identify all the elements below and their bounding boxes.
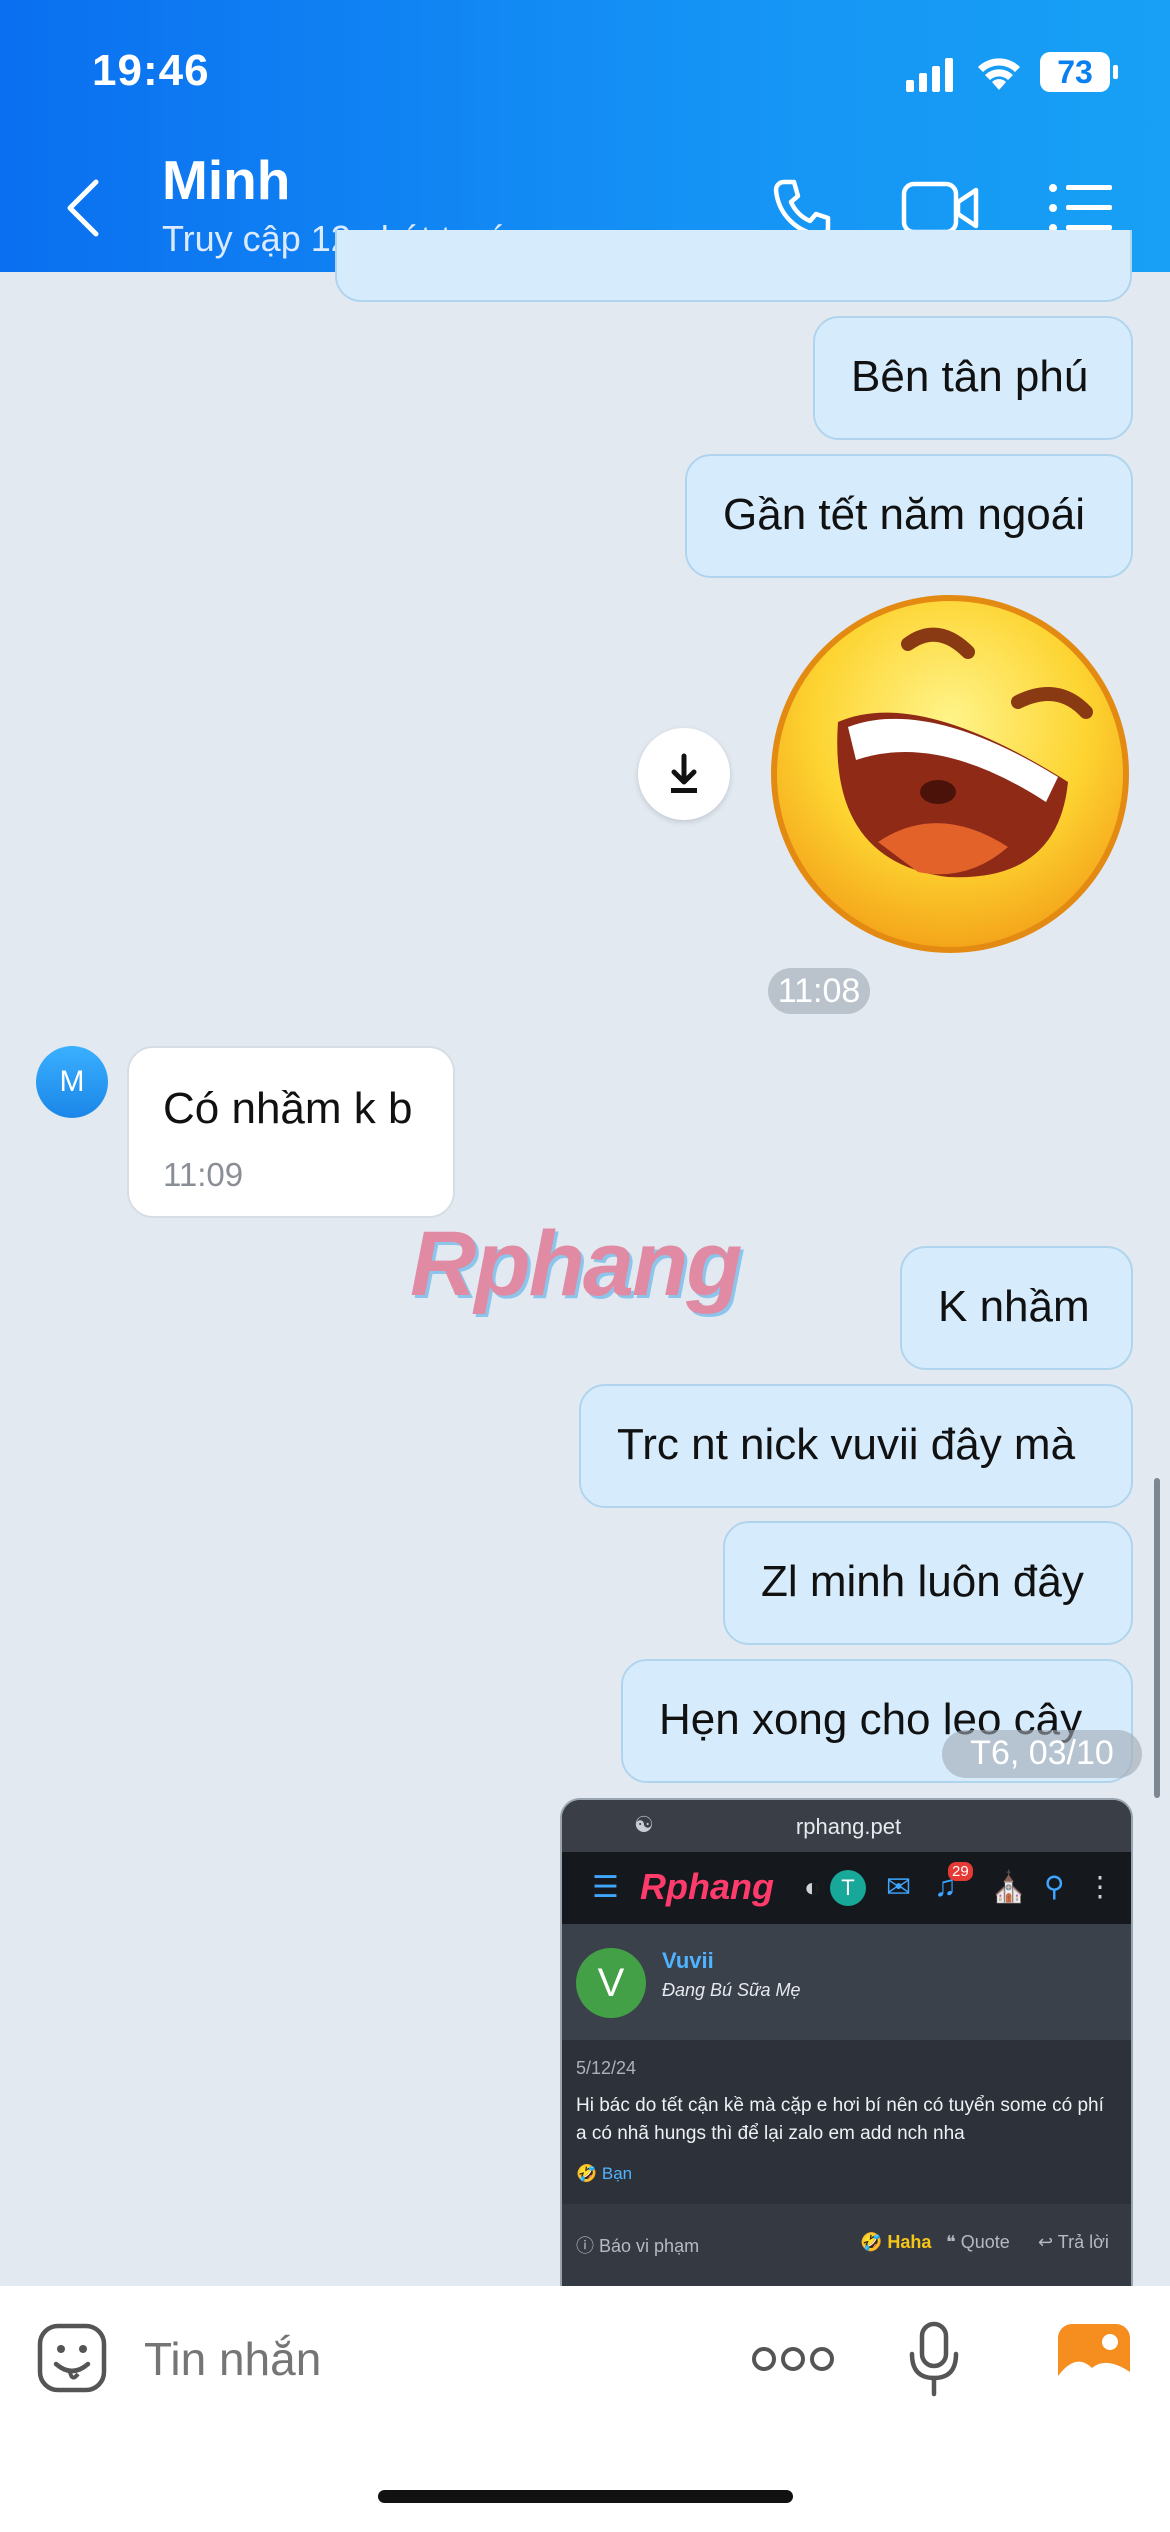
image-message[interactable]: ☯ rphang.pet ☰ Rphang ◐ T ✉ ♫ 29 ⛪ ⚲ ⋮ V… (560, 1798, 1133, 2288)
message-text: Zl minh luôn đây (761, 1557, 1084, 1606)
hamburger-icon: ☰ (592, 1871, 619, 1904)
contact-name[interactable]: Minh (162, 148, 290, 212)
quote-label: Quote (960, 2232, 1010, 2252)
microphone-icon[interactable] (906, 2320, 962, 2398)
video-call-icon[interactable] (900, 178, 980, 238)
menu-list-icon[interactable] (1048, 182, 1114, 234)
scrollbar[interactable] (1154, 1478, 1160, 1798)
image-gallery-icon[interactable] (1056, 2322, 1132, 2394)
date-pill: T6, 03/10 (942, 1730, 1142, 1778)
avatar-letter: M (59, 1065, 85, 1098)
home-indicator[interactable] (378, 2490, 793, 2503)
site-logo: Rphang (640, 1866, 774, 1907)
mail-icon: ✉ (886, 1871, 912, 1904)
message-bubble-incoming[interactable]: Có nhầm k b 11:09 (127, 1046, 455, 1218)
search-icon: ⚲ (1044, 1871, 1065, 1902)
battery-icon: 73 (1040, 52, 1110, 92)
back-button[interactable] (62, 178, 102, 238)
report-label: Báo vi phạm (599, 2236, 700, 2256)
report-link: ⓘ Báo vi phạm (576, 2236, 700, 2256)
message-time: 11:09 (163, 1156, 244, 1193)
haha-reaction: 🤣 Haha (860, 2232, 932, 2252)
message-text: Có nhầm k b (163, 1084, 413, 1133)
reaction-user: Bạn (601, 2164, 633, 2183)
message-bubble-outgoing[interactable]: Trc nt nick vuvii đây mà (579, 1384, 1133, 1508)
reply-label: Trả lời (1057, 2232, 1109, 2252)
message-text: Trc nt nick vuvii đây mà (617, 1420, 1076, 1469)
post-date: 5/12/24 (576, 2058, 637, 2078)
post-text: Hi bác do tết cận kề mà cặp e hơi bí nên… (576, 2095, 1104, 2144)
haha-label: Haha (887, 2232, 932, 2252)
notification-badge: 29 (948, 1862, 973, 1881)
store-icon: ⛪ (990, 1871, 1028, 1904)
reply-link: ↩ Trả lời (1038, 2232, 1109, 2252)
sender-avatar[interactable]: M (36, 1046, 108, 1118)
message-time: 11:08 (768, 968, 870, 1014)
author-name: Vuvii (662, 1948, 714, 1973)
battery-level: 73 (1057, 54, 1093, 90)
message-text: Bên tân phú (851, 352, 1089, 401)
signal-icon (906, 58, 953, 92)
download-icon (671, 753, 697, 793)
laughing-emoji-sticker[interactable] (768, 592, 1133, 957)
wifi-icon (978, 58, 1020, 90)
user-avatar-small: T (830, 1870, 866, 1906)
sticker-emoji-icon[interactable] (36, 2322, 108, 2394)
message-bubble-partial[interactable] (335, 230, 1132, 302)
quote-link: ❝ Quote (946, 2232, 1010, 2252)
theme-toggle-icon: ◐ (804, 1872, 820, 1902)
author-title: Đang Bú Sữa Mẹ (662, 1980, 801, 2000)
post-author: V Vuvii Đang Bú Sữa Mẹ (562, 1924, 1131, 2040)
more-vert-icon: ⋮ (1086, 1871, 1114, 1902)
battery-tip (1113, 65, 1118, 79)
more-options-icon[interactable] (750, 2344, 836, 2374)
message-bubble-outgoing[interactable]: K nhầm (900, 1246, 1133, 1370)
post-actions: ⓘ Báo vi phạm 🤣 Haha ❝ Quote ↩ Trả lời (562, 2204, 1131, 2286)
watermark-logo: Rphang (410, 1213, 742, 1315)
message-bubble-outgoing[interactable]: Zl minh luôn đây (723, 1521, 1133, 1645)
message-text: K nhầm (938, 1282, 1090, 1331)
message-input[interactable] (142, 2322, 706, 2396)
browser-url: rphang.pet (795, 1814, 902, 1839)
site-nav: ☰ Rphang ◐ T ✉ ♫ 29 ⛪ ⚲ ⋮ (562, 1852, 1131, 1924)
post-reaction: 🤣 Bạn (576, 2164, 633, 2183)
browser-url-bar: ☯ rphang.pet (562, 1800, 1131, 1852)
author-avatar: V (576, 1948, 646, 2018)
message-bubble-outgoing[interactable]: Bên tân phú (813, 316, 1133, 440)
download-button[interactable] (638, 728, 730, 820)
message-bubble-outgoing[interactable]: Gần tết năm ngoái (685, 454, 1133, 578)
message-text: Gần tết năm ngoái (723, 490, 1086, 539)
status-time: 19:46 (92, 46, 210, 95)
